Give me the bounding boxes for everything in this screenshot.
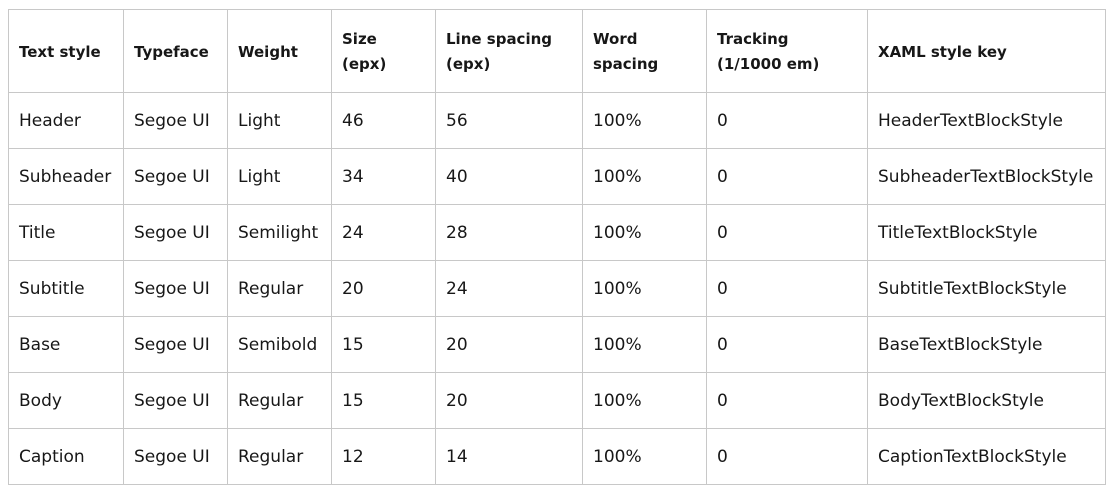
cell-word-spacing: 100% <box>582 428 707 485</box>
cell-weight: Regular <box>227 428 332 485</box>
cell-weight: Regular <box>227 260 332 317</box>
cell-typeface: Segoe UI <box>123 428 228 485</box>
cell-tracking: 0 <box>706 316 868 373</box>
cell-xaml-style-key: HeaderTextBlockStyle <box>867 92 1106 149</box>
cell-xaml-style-key: BodyTextBlockStyle <box>867 372 1106 429</box>
table-row: Subtitle Segoe UI Regular 20 24 100% 0 S… <box>8 260 1106 317</box>
cell-size: 15 <box>331 372 436 429</box>
table-row: Header Segoe UI Light 46 56 100% 0 Heade… <box>8 92 1106 149</box>
col-header-size: Size (epx) <box>331 9 436 93</box>
cell-xaml-style-key: CaptionTextBlockStyle <box>867 428 1106 485</box>
table-row: Base Segoe UI Semibold 15 20 100% 0 Base… <box>8 316 1106 373</box>
cell-tracking: 0 <box>706 428 868 485</box>
cell-line-spacing: 40 <box>435 148 583 205</box>
cell-xaml-style-key: BaseTextBlockStyle <box>867 316 1106 373</box>
cell-text-style: Body <box>8 372 124 429</box>
cell-line-spacing: 24 <box>435 260 583 317</box>
cell-word-spacing: 100% <box>582 92 707 149</box>
cell-xaml-style-key: SubtitleTextBlockStyle <box>867 260 1106 317</box>
cell-line-spacing: 56 <box>435 92 583 149</box>
cell-typeface: Segoe UI <box>123 316 228 373</box>
cell-tracking: 0 <box>706 148 868 205</box>
cell-typeface: Segoe UI <box>123 204 228 261</box>
header-row: Text style Typeface Weight Size (epx) Li… <box>8 9 1106 93</box>
cell-typeface: Segoe UI <box>123 260 228 317</box>
table-row: Body Segoe UI Regular 15 20 100% 0 BodyT… <box>8 372 1106 429</box>
cell-line-spacing: 28 <box>435 204 583 261</box>
col-header-word-spacing: Word spacing <box>582 9 707 93</box>
cell-word-spacing: 100% <box>582 148 707 205</box>
cell-tracking: 0 <box>706 204 868 261</box>
cell-typeface: Segoe UI <box>123 148 228 205</box>
cell-word-spacing: 100% <box>582 316 707 373</box>
cell-typeface: Segoe UI <box>123 92 228 149</box>
col-header-tracking: Tracking (1/1000 em) <box>706 9 868 93</box>
cell-size: 46 <box>331 92 436 149</box>
col-header-weight: Weight <box>227 9 332 93</box>
cell-text-style: Caption <box>8 428 124 485</box>
text-style-table: Text style Typeface Weight Size (epx) Li… <box>8 9 1106 485</box>
table-row: Caption Segoe UI Regular 12 14 100% 0 Ca… <box>8 428 1106 485</box>
cell-text-style: Subtitle <box>8 260 124 317</box>
cell-weight: Regular <box>227 372 332 429</box>
table-row: Subheader Segoe UI Light 34 40 100% 0 Su… <box>8 148 1106 205</box>
cell-xaml-style-key: TitleTextBlockStyle <box>867 204 1106 261</box>
col-header-text-style: Text style <box>8 9 124 93</box>
cell-word-spacing: 100% <box>582 260 707 317</box>
cell-text-style: Base <box>8 316 124 373</box>
cell-tracking: 0 <box>706 372 868 429</box>
table-row: Title Segoe UI Semilight 24 28 100% 0 Ti… <box>8 204 1106 261</box>
cell-text-style: Subheader <box>8 148 124 205</box>
cell-word-spacing: 100% <box>582 204 707 261</box>
cell-size: 34 <box>331 148 436 205</box>
cell-size: 15 <box>331 316 436 373</box>
cell-line-spacing: 20 <box>435 372 583 429</box>
cell-weight: Light <box>227 92 332 149</box>
col-header-typeface: Typeface <box>123 9 228 93</box>
cell-size: 12 <box>331 428 436 485</box>
cell-size: 20 <box>331 260 436 317</box>
cell-text-style: Title <box>8 204 124 261</box>
cell-weight: Semilight <box>227 204 332 261</box>
cell-typeface: Segoe UI <box>123 372 228 429</box>
cell-weight: Light <box>227 148 332 205</box>
cell-tracking: 0 <box>706 260 868 317</box>
cell-tracking: 0 <box>706 92 868 149</box>
cell-size: 24 <box>331 204 436 261</box>
col-header-line-spacing: Line spacing (epx) <box>435 9 583 93</box>
cell-line-spacing: 20 <box>435 316 583 373</box>
cell-word-spacing: 100% <box>582 372 707 429</box>
text-style-table-container: Text style Typeface Weight Size (epx) Li… <box>8 9 1106 485</box>
cell-xaml-style-key: SubheaderTextBlockStyle <box>867 148 1106 205</box>
cell-line-spacing: 14 <box>435 428 583 485</box>
col-header-xaml-style-key: XAML style key <box>867 9 1106 93</box>
cell-text-style: Header <box>8 92 124 149</box>
cell-weight: Semibold <box>227 316 332 373</box>
